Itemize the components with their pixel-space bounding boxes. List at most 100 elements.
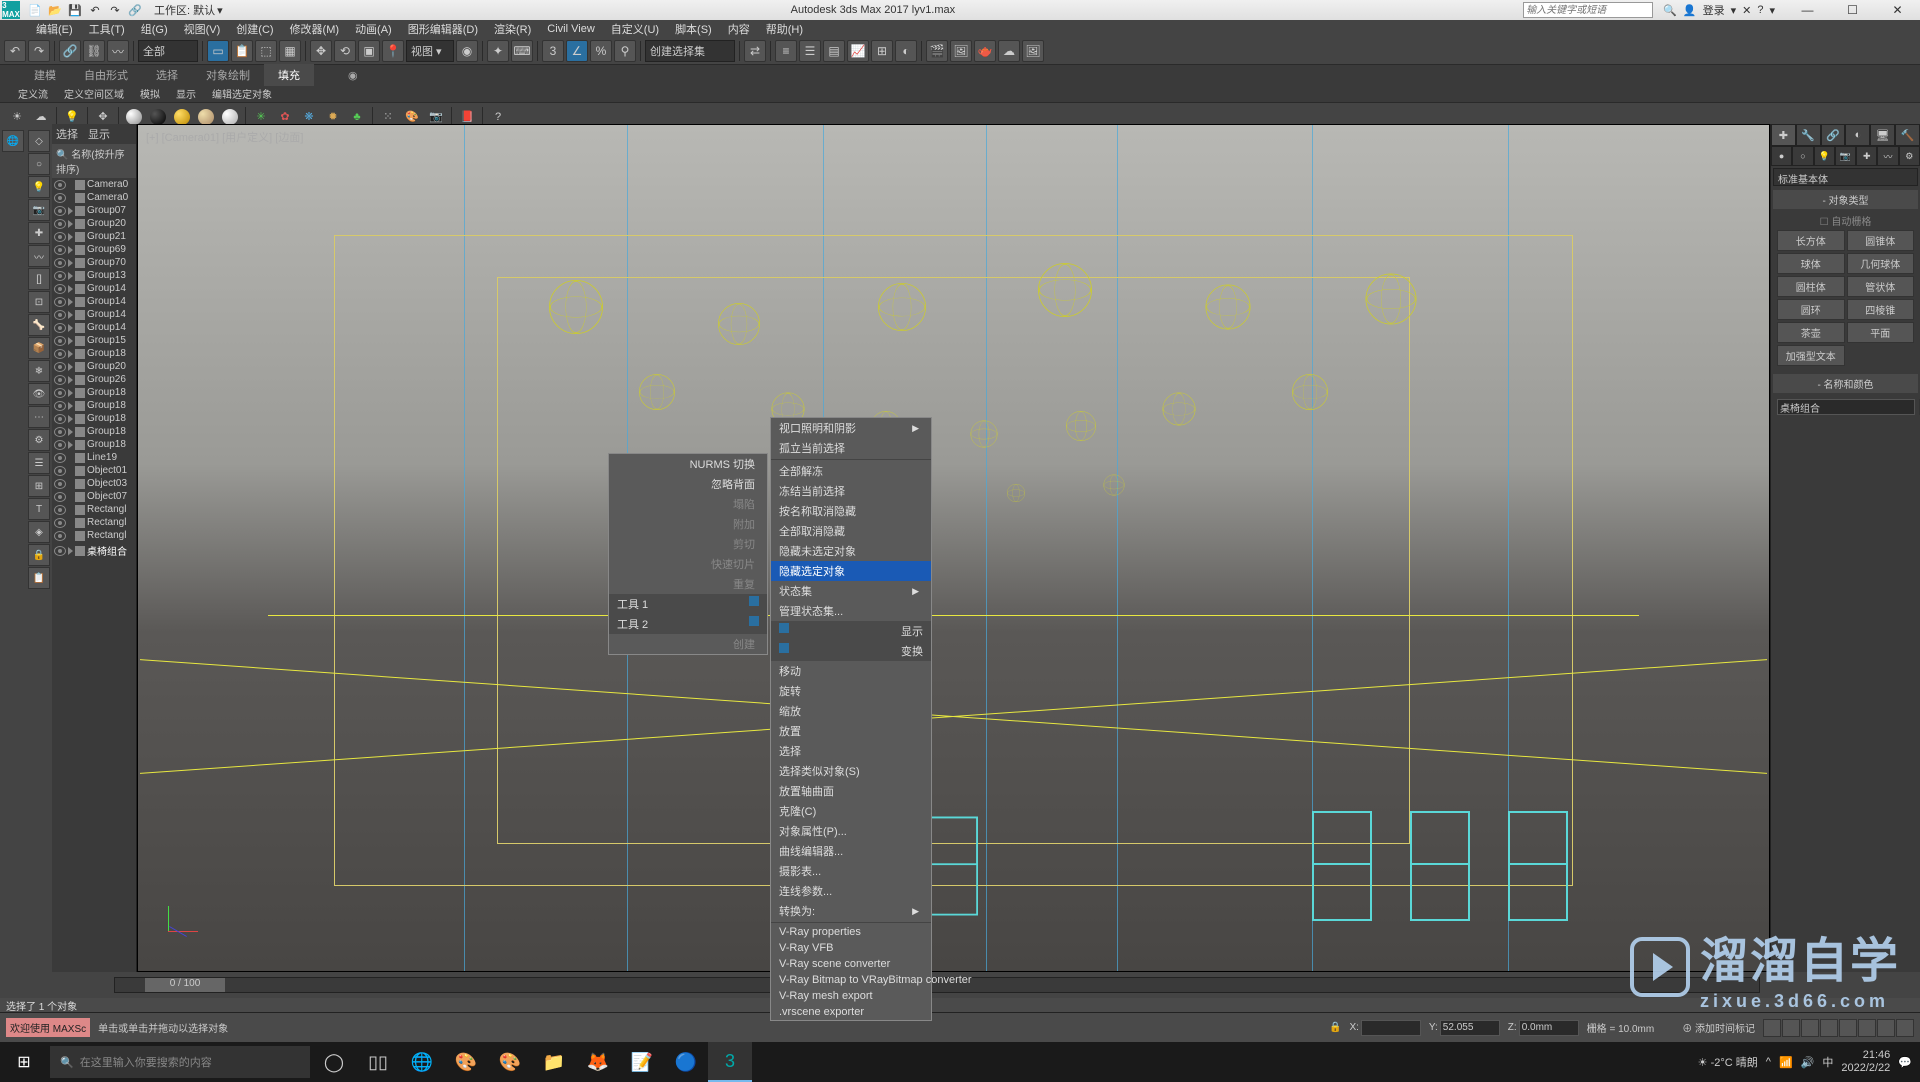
scene-sort-label[interactable]: 🔍 名称(按升序排序) [52, 144, 136, 178]
filter-helper-icon[interactable]: ✚ [28, 222, 50, 244]
manipulate-button[interactable]: ✦ [487, 40, 509, 62]
ctx-item[interactable]: 转换为:▶ [771, 901, 931, 921]
visibility-icon[interactable] [54, 362, 66, 372]
taskbar-search[interactable]: 🔍 在这里输入你要搜索的内容 [50, 1046, 310, 1078]
scene-item-8[interactable]: Group14 [52, 282, 136, 295]
ctx-item[interactable]: 连线参数... [771, 881, 931, 901]
app-icon-1[interactable]: 🎨 [444, 1042, 488, 1082]
expand-icon[interactable] [68, 233, 73, 241]
ctx-item[interactable]: 隐藏未选定对象 [771, 541, 931, 561]
scene-item-5[interactable]: Group69 [52, 243, 136, 256]
autogrid-checkbox[interactable]: ☐ 自动栅格 [1777, 213, 1914, 228]
start-button[interactable]: ⊞ [0, 1042, 48, 1082]
schematic-view-button[interactable]: ⊞ [871, 40, 893, 62]
rotate-button[interactable]: ⟲ [334, 40, 356, 62]
spinner-snap-button[interactable]: ⚲ [614, 40, 636, 62]
visibility-icon[interactable] [54, 388, 66, 398]
create-button[interactable]: 平面 [1847, 322, 1915, 343]
ctx-item[interactable]: 对象属性(P)... [771, 821, 931, 841]
visibility-icon[interactable] [54, 505, 66, 515]
ctx-item[interactable]: 选择 [771, 741, 931, 761]
ctx-item[interactable]: 冻结当前选择 [771, 481, 931, 501]
lt-btn-17[interactable]: T [28, 498, 50, 520]
lt-btn-13[interactable]: ⋯ [28, 406, 50, 428]
create-button[interactable]: 茶壶 [1777, 322, 1845, 343]
save-icon[interactable]: 💾 [66, 1, 84, 19]
ctx-item[interactable]: 旋转 [771, 681, 931, 701]
pivot-button[interactable]: ◉ [456, 40, 478, 62]
notifications-icon[interactable]: 💬 [1898, 1056, 1912, 1069]
link-icon[interactable]: 🔗 [126, 1, 144, 19]
exchange-icon[interactable]: ✕ [1742, 4, 1751, 17]
expand-icon[interactable] [68, 246, 73, 254]
ribbon-sub-3[interactable]: 显示 [168, 84, 204, 103]
expand-icon[interactable] [68, 350, 73, 358]
lt-btn-16[interactable]: ⊞ [28, 475, 50, 497]
scene-item-26[interactable]: Rectangl [52, 516, 136, 529]
ribbon-tab-1[interactable]: 自由形式 [70, 64, 142, 86]
select-object-button[interactable]: ▭ [207, 40, 229, 62]
visibility-icon[interactable] [54, 546, 66, 556]
filter-xref-icon[interactable]: ⊡ [28, 291, 50, 313]
layers-button[interactable]: ☰ [799, 40, 821, 62]
visibility-icon[interactable] [54, 206, 66, 216]
ribbon-tab-4[interactable]: 填充 [264, 64, 314, 86]
ctx-item[interactable]: 全部解冻 [771, 461, 931, 481]
select-by-name-button[interactable]: 📋 [231, 40, 253, 62]
scene-item-18[interactable]: Group18 [52, 412, 136, 425]
maxscript-listener[interactable]: 欢迎使用 MAXSc [6, 1018, 90, 1037]
material-editor-button[interactable]: ◐ [895, 40, 917, 62]
lt-btn-19[interactable]: 🔒 [28, 544, 50, 566]
filter-group-icon[interactable]: [] [28, 268, 50, 290]
select-tab[interactable]: 选择 [56, 126, 78, 142]
y-input[interactable] [1440, 1020, 1500, 1036]
app-icon-4[interactable]: 🔵 [664, 1042, 708, 1082]
create-button[interactable]: 管状体 [1847, 276, 1915, 297]
visibility-icon[interactable] [54, 310, 66, 320]
filter-camera-icon[interactable]: 📷 [28, 199, 50, 221]
filter-light-icon[interactable]: 💡 [28, 176, 50, 198]
scene-item-24[interactable]: Object07 [52, 490, 136, 503]
object-name-input[interactable] [1777, 399, 1915, 415]
edge-icon[interactable]: 🌐 [400, 1042, 444, 1082]
ime-icon[interactable]: 中 [1822, 1054, 1833, 1070]
expand-icon[interactable] [68, 311, 73, 319]
minimize-button[interactable]: — [1785, 0, 1830, 20]
time-slider-handle[interactable]: 0 / 100 [145, 978, 225, 992]
display-tab[interactable]: 显示 [88, 126, 110, 142]
expand-icon[interactable] [68, 441, 73, 449]
app-icon-3[interactable]: 📝 [620, 1042, 664, 1082]
scene-list[interactable]: Camera0Camera0Group07Group20Group21Group… [52, 178, 136, 972]
ctx-item[interactable]: V-Ray Bitmap to VRayBitmap converter [771, 972, 931, 988]
filter-bone-icon[interactable]: 🦴 [28, 314, 50, 336]
expand-icon[interactable] [68, 402, 73, 410]
scene-item-11[interactable]: Group14 [52, 321, 136, 334]
maximize-button[interactable]: ☐ [1830, 0, 1875, 20]
create-button[interactable]: 圆锥体 [1847, 230, 1915, 251]
app-icon-2[interactable]: 🎨 [488, 1042, 532, 1082]
visibility-icon[interactable] [54, 284, 66, 294]
ribbon-tab-0[interactable]: 建模 [20, 64, 70, 86]
scene-item-9[interactable]: Group14 [52, 295, 136, 308]
filter-spacewarp-icon[interactable]: 〰 [28, 245, 50, 267]
scene-item-12[interactable]: Group15 [52, 334, 136, 347]
named-selection-set[interactable]: 创建选择集 [645, 40, 735, 62]
viewport-label[interactable]: [+] [Camera01] [用户定义] [边面] [146, 129, 303, 145]
ref-coord-dropdown[interactable]: 视图 ▾ [406, 40, 454, 62]
visibility-icon[interactable] [54, 336, 66, 346]
ribbon-sub-2[interactable]: 模拟 [132, 84, 168, 103]
filter-hidden-icon[interactable]: 👁 [28, 383, 50, 405]
lt-btn-15[interactable]: ☰ [28, 452, 50, 474]
visibility-icon[interactable] [54, 232, 66, 242]
ctx-item[interactable]: 孤立当前选择 [771, 438, 931, 458]
menu-9[interactable]: Civil View [541, 21, 600, 37]
lt-btn-14[interactable]: ⚙ [28, 429, 50, 451]
workspace-selector[interactable]: 工作区: 默认 [154, 2, 215, 18]
scene-item-3[interactable]: Group20 [52, 217, 136, 230]
ctx-item[interactable]: V-Ray properties [771, 924, 931, 940]
visibility-icon[interactable] [54, 271, 66, 281]
ribbon-sub-0[interactable]: 定义流 [10, 84, 56, 103]
visibility-icon[interactable] [54, 440, 66, 450]
nav-6[interactable] [1858, 1019, 1876, 1037]
undo-button[interactable]: ↶ [4, 40, 26, 62]
